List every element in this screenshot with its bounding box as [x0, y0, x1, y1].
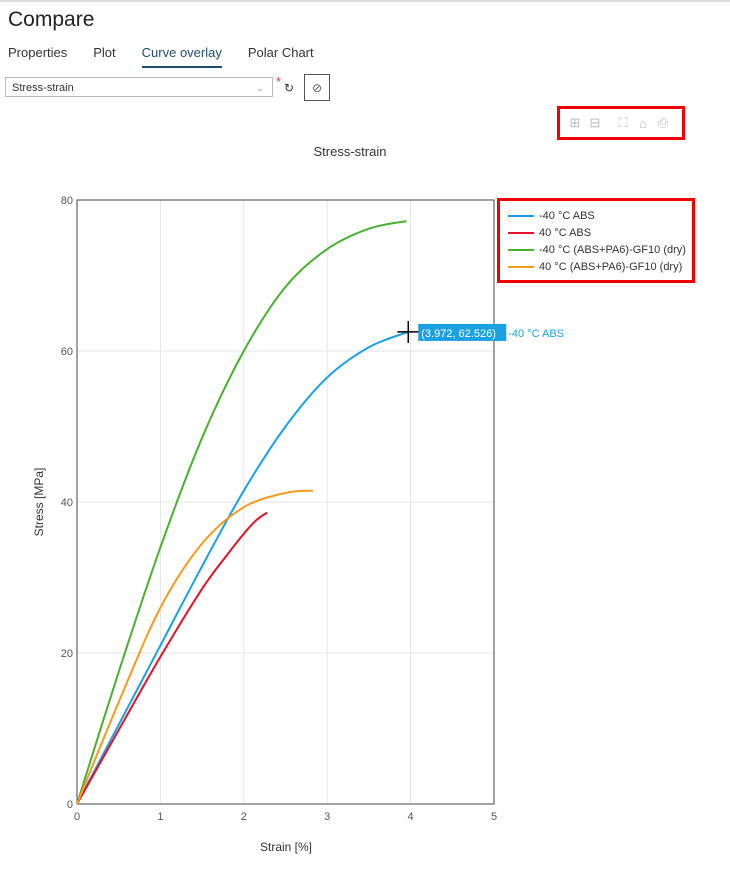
y-tick-label: 60	[61, 346, 73, 358]
series-line	[76, 511, 268, 805]
series-line	[76, 330, 409, 805]
hover-label-value: (3.972, 62.526)	[421, 328, 496, 340]
legend: -40 °C ABS 40 °C ABS -40 °C (ABS+PA6)-GF…	[497, 198, 695, 283]
legend-label: -40 °C (ABS+PA6)-GF10 (dry)	[539, 243, 686, 256]
x-tick-label: 4	[408, 811, 414, 823]
x-tick-label: 5	[491, 811, 497, 823]
y-axis-label: Stress [MPa]	[32, 468, 46, 537]
legend-label: -40 °C ABS	[539, 209, 595, 222]
x-tick-label: 0	[74, 811, 80, 823]
hover-label-series: -40 °C ABS	[508, 328, 564, 340]
x-axis-label: Strain [%]	[260, 840, 312, 854]
chart: 0 1 2 3 4 5 0 20 40 60 80 Stress-strain Strain [%] St…	[32, 144, 564, 854]
legend-label: 40 °C (ABS+PA6)-GF10 (dry)	[539, 260, 683, 273]
x-tick-label: 1	[157, 811, 163, 823]
x-tick-label: 3	[324, 811, 330, 823]
legend-item[interactable]: -40 °C ABS	[508, 207, 692, 224]
x-tick-label: 2	[241, 811, 247, 823]
legend-item[interactable]: -40 °C (ABS+PA6)-GF10 (dry)	[508, 241, 692, 258]
y-tick-label: 40	[61, 497, 73, 509]
legend-item[interactable]: 40 °C ABS	[508, 224, 692, 241]
legend-label: 40 °C ABS	[539, 226, 592, 239]
y-tick-label: 0	[67, 799, 73, 811]
legend-item[interactable]: 40 °C (ABS+PA6)-GF10 (dry)	[508, 258, 692, 275]
y-tick-label: 20	[61, 648, 73, 660]
y-tick-label: 80	[61, 195, 73, 207]
series-line	[76, 489, 314, 805]
chart-title: Stress-strain	[314, 144, 387, 159]
